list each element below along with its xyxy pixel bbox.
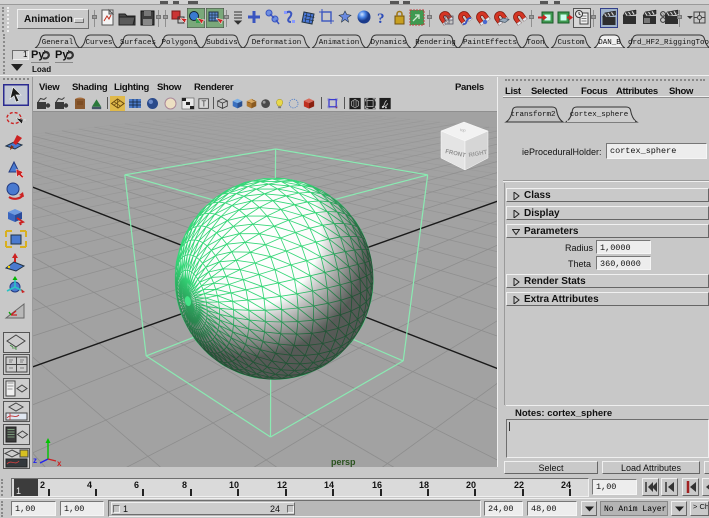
svg-text:Dynamics: Dynamics	[370, 39, 406, 47]
svg-text:x: x	[57, 459, 62, 467]
svg-text:transform2: transform2	[510, 111, 555, 119]
svg-text:persp: persp	[331, 457, 356, 467]
svg-text:Custom: Custom	[557, 39, 585, 47]
svg-text:drd_HF2_RiggingToo: drd_HF2_RiggingToo	[628, 39, 709, 47]
svg-text:Deformation: Deformation	[252, 39, 302, 47]
svg-text:DAN_B: DAN_B	[598, 39, 621, 47]
svg-text:z: z	[33, 456, 37, 465]
svg-text:Rendering: Rendering	[415, 39, 456, 47]
svg-text:Polygons: Polygons	[161, 39, 197, 47]
svg-text:General: General	[42, 39, 74, 47]
svg-text:?: ?	[377, 11, 385, 27]
svg-text:Surfaces: Surfaces	[120, 39, 156, 47]
svg-text:Animation: Animation	[319, 39, 360, 47]
svg-text:Toon: Toon	[526, 39, 544, 47]
svg-text:Subdivs: Subdivs	[206, 39, 238, 47]
svg-text:T: T	[201, 100, 206, 109]
svg-text:cortex_sphere: cortex_sphere	[570, 111, 629, 119]
svg-text:PaintEffects: PaintEffects	[463, 39, 517, 47]
svg-text:Curves: Curves	[85, 39, 112, 47]
